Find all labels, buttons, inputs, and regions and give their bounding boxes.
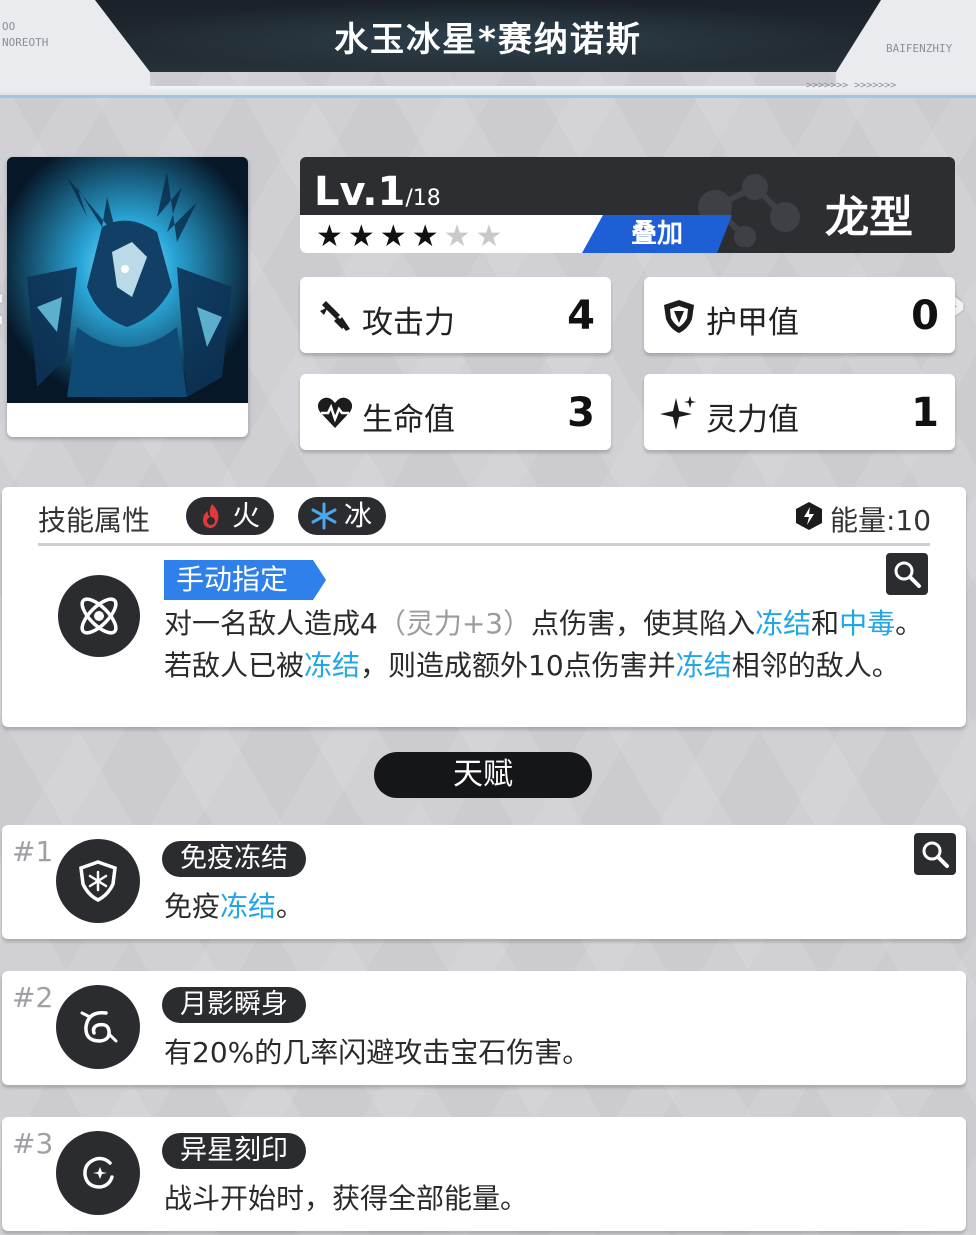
skill-description: 对一名敌人造成4（灵力+3）点伤害，使其陷入冻结和中毒。若敌人已被冻结，则造成额…	[164, 603, 924, 687]
talent-description: 有20%的几率闪避攻击宝石伤害。	[164, 1036, 591, 1069]
talent-card-2: #2 月影瞬身 有20%的几率闪避攻击宝石伤害。	[2, 971, 966, 1085]
element-tag-ice-label: 冰	[344, 499, 373, 532]
desc-text: 。	[276, 890, 305, 923]
keyword-poison[interactable]: 中毒	[839, 607, 895, 640]
heart-icon	[317, 397, 353, 428]
talent-name: 月影瞬身	[162, 987, 306, 1023]
stack-tag: 叠加	[582, 215, 732, 253]
star-empty-icon: ★	[475, 219, 508, 253]
talent-section-title: 天赋	[374, 752, 592, 798]
stat-attack: 攻击力 4	[300, 277, 611, 353]
talent-description: 战斗开始时，获得全部能量。	[164, 1182, 529, 1215]
talent-detail-button[interactable]	[914, 833, 956, 875]
prev-arrow-icon[interactable]: ‹	[0, 265, 9, 347]
desc-text: ，则造成额外10点伤害并	[360, 649, 676, 682]
talent-index: #2	[12, 981, 54, 1014]
star-icon: ★	[316, 219, 348, 253]
keyword-freeze[interactable]: 冻结	[304, 649, 360, 682]
star-icon: ★	[347, 219, 380, 253]
talent-card-1: #1 免疫冻结 免疫冻结。	[2, 825, 966, 939]
stat-spirit: 灵力值 1	[644, 374, 955, 450]
desc-text: 对一名敌人造成4	[164, 607, 378, 640]
stat-attack-label: 攻击力	[362, 305, 455, 341]
energy-icon	[796, 502, 822, 530]
skill-heading: 技能属性	[38, 504, 151, 537]
desc-scaling: （灵力+3）	[377, 607, 532, 640]
level-panel: Lv.1/18 ★★★★★★ 叠加 龙型	[300, 157, 955, 253]
desc-text: 免疫	[164, 890, 221, 923]
element-tag-fire: 火	[186, 497, 275, 535]
star-empty-icon: ★	[443, 219, 476, 253]
star-icon: ★	[379, 219, 412, 253]
stat-health: 生命值 3	[300, 374, 611, 450]
deco-chevrons: >>>>>>> >>>>>>>	[806, 80, 897, 91]
stat-health-value: 3	[567, 390, 595, 436]
stat-armor: 护甲值 0	[644, 277, 955, 353]
character-portrait-card[interactable]	[7, 157, 248, 437]
sword-icon	[320, 301, 350, 331]
keyword-freeze[interactable]: 冻结	[755, 607, 811, 640]
swirl-icon	[80, 1011, 118, 1043]
divider	[38, 543, 930, 546]
talent-icon	[56, 1131, 140, 1215]
magnifier-icon	[894, 561, 921, 588]
talent-index: #3	[12, 1127, 54, 1160]
skill-panel: 技能属性 火 冰 能量:10 手动指定 对一名敌人造成4（灵力+3）点伤害，使其…	[2, 487, 966, 727]
element-tag-ice: 冰	[298, 497, 387, 535]
atom-icon	[80, 597, 118, 635]
fire-icon	[203, 504, 219, 528]
shield-icon	[664, 300, 694, 333]
keyword-freeze[interactable]: 冻结	[676, 649, 732, 682]
talent-icon	[56, 839, 140, 923]
talent-card-3: #3 异星刻印 战斗开始时，获得全部能量。	[2, 1117, 966, 1231]
talent-index: #1	[12, 835, 54, 868]
character-portrait	[7, 157, 248, 403]
stat-spirit-value: 1	[911, 390, 939, 436]
desc-text: 点伤害，使其陷入	[531, 607, 756, 640]
desc-text: 和	[811, 607, 840, 640]
dragon-art-icon	[7, 157, 248, 403]
page-title: 水玉冰星*赛纳诺斯	[334, 20, 642, 60]
sparkle-icon	[660, 396, 696, 430]
energy-cost: 能量:10	[830, 504, 932, 537]
skill-detail-button[interactable]	[886, 553, 928, 595]
talent-name: 异星刻印	[162, 1133, 306, 1169]
stat-armor-label: 护甲值	[706, 305, 799, 341]
planet-mark-icon	[83, 1156, 114, 1189]
frost-shield-icon	[79, 860, 117, 902]
stat-health-label: 生命值	[362, 402, 455, 438]
stat-spirit-label: 灵力值	[706, 402, 799, 438]
level-indicator: Lv.1/18	[314, 169, 441, 215]
level-max: /18	[405, 186, 441, 211]
snowflake-icon	[311, 502, 337, 530]
magnifier-icon	[922, 841, 949, 868]
header: OO NOREOTH BAIFENZHIY >>>>>>> >>>>>>> 水玉…	[0, 0, 976, 100]
skill-icon	[58, 575, 140, 657]
star-rating: ★★★★★★	[316, 219, 507, 253]
stat-armor-value: 0	[911, 293, 939, 339]
stat-attack-value: 4	[567, 293, 595, 339]
element-tag-fire-label: 火	[232, 499, 261, 532]
talent-icon	[56, 985, 140, 1069]
desc-text: 相邻的敌人。	[731, 649, 900, 682]
type-label: 龙型	[825, 192, 913, 243]
level-current: Lv.1	[314, 169, 406, 215]
talent-description: 免疫冻结。	[164, 885, 304, 925]
star-icon: ★	[411, 219, 444, 253]
keyword-freeze[interactable]: 冻结	[220, 890, 276, 923]
target-type-tag: 手动指定	[164, 560, 326, 600]
talent-name: 免疫冻结	[162, 841, 306, 877]
